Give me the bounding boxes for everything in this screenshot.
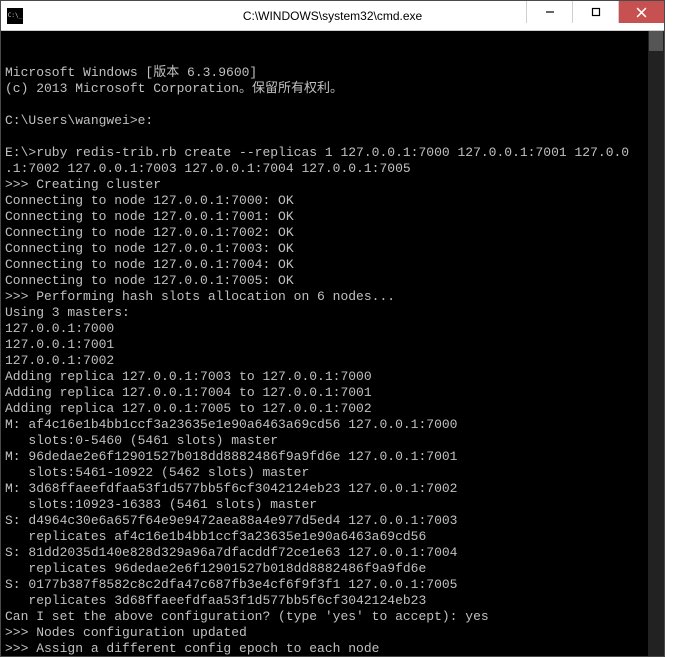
terminal-line: Can I set the above configuration? (type… xyxy=(5,609,660,625)
terminal-line: Connecting to node 127.0.0.1:7003: OK xyxy=(5,241,660,257)
terminal-line: >>> Creating cluster xyxy=(5,177,660,193)
terminal-output[interactable]: Microsoft Windows [版本 6.3.9600](c) 2013 … xyxy=(1,31,664,656)
maximize-button[interactable] xyxy=(572,1,618,23)
terminal-line: Connecting to node 127.0.0.1:7005: OK xyxy=(5,273,660,289)
terminal-line: E:\>ruby redis-trib.rb create --replicas… xyxy=(5,145,660,161)
terminal-line: M: 96dedae2e6f12901527b018dd8882486f9a9f… xyxy=(5,449,660,465)
terminal-line: C:\Users\wangwei>e: xyxy=(5,113,660,129)
terminal-line: Using 3 masters: xyxy=(5,305,660,321)
terminal-line: replicates 3d68ffaeefdfaa53f1d577bb5f6cf… xyxy=(5,593,660,609)
window-controls xyxy=(526,1,664,30)
terminal-line: Connecting to node 127.0.0.1:7004: OK xyxy=(5,257,660,273)
close-button[interactable] xyxy=(618,1,664,23)
terminal-line: >>> Nodes configuration updated xyxy=(5,625,660,641)
terminal-line: Adding replica 127.0.0.1:7004 to 127.0.0… xyxy=(5,385,660,401)
terminal-line: M: 3d68ffaeefdfaa53f1d577bb5f6cf3042124e… xyxy=(5,481,660,497)
terminal-line: .1:7002 127.0.0.1:7003 127.0.0.1:7004 12… xyxy=(5,161,660,177)
terminal-line: Connecting to node 127.0.0.1:7001: OK xyxy=(5,209,660,225)
terminal-line xyxy=(5,129,660,145)
terminal-line: Adding replica 127.0.0.1:7003 to 127.0.0… xyxy=(5,369,660,385)
terminal-line: slots:5461-10922 (5462 slots) master xyxy=(5,465,660,481)
terminal-line: Connecting to node 127.0.0.1:7000: OK xyxy=(5,193,660,209)
terminal-line: >>> Assign a different config epoch to e… xyxy=(5,641,660,656)
terminal-line: 127.0.0.1:7000 xyxy=(5,321,660,337)
terminal-line: >>> Performing hash slots allocation on … xyxy=(5,289,660,305)
scrollbar[interactable] xyxy=(648,31,664,656)
titlebar: C:\WINDOWS\system32\cmd.exe xyxy=(1,1,664,31)
terminal-line: replicates af4c16e1b4bb1ccf3a23635e1e90a… xyxy=(5,529,660,545)
cmd-icon xyxy=(7,8,23,24)
terminal-line: 127.0.0.1:7001 xyxy=(5,337,660,353)
terminal-line: 127.0.0.1:7002 xyxy=(5,353,660,369)
terminal-line: slots:10923-16383 (5461 slots) master xyxy=(5,497,660,513)
terminal-line: Connecting to node 127.0.0.1:7002: OK xyxy=(5,225,660,241)
terminal-lines: Microsoft Windows [版本 6.3.9600](c) 2013 … xyxy=(5,65,660,656)
terminal-line: Adding replica 127.0.0.1:7005 to 127.0.0… xyxy=(5,401,660,417)
terminal-line: Microsoft Windows [版本 6.3.9600] xyxy=(5,65,660,81)
close-icon xyxy=(636,7,647,18)
scrollbar-thumb[interactable] xyxy=(649,31,663,51)
window-title: C:\WINDOWS\system32\cmd.exe xyxy=(243,9,422,23)
terminal-line xyxy=(5,97,660,113)
terminal-line: (c) 2013 Microsoft Corporation。保留所有权利。 xyxy=(5,81,660,97)
terminal-line: S: 0177b387f8582c8c2dfa47c687fb3e4cf6f9f… xyxy=(5,577,660,593)
terminal-line: S: 81dd2035d140e828d329a96a7dfacddf72ce1… xyxy=(5,545,660,561)
minimize-icon xyxy=(545,7,555,17)
terminal-line: slots:0-5460 (5461 slots) master xyxy=(5,433,660,449)
maximize-icon xyxy=(591,7,601,17)
terminal-line: S: d4964c30e6a657f64e9e9472aea88a4e977d5… xyxy=(5,513,660,529)
terminal-line: replicates 96dedae2e6f12901527b018dd8882… xyxy=(5,561,660,577)
terminal-line: M: af4c16e1b4bb1ccf3a23635e1e90a6463a69c… xyxy=(5,417,660,433)
minimize-button[interactable] xyxy=(526,1,572,23)
cmd-window: C:\WINDOWS\system32\cmd.exe Microsoft Wi… xyxy=(0,0,665,657)
